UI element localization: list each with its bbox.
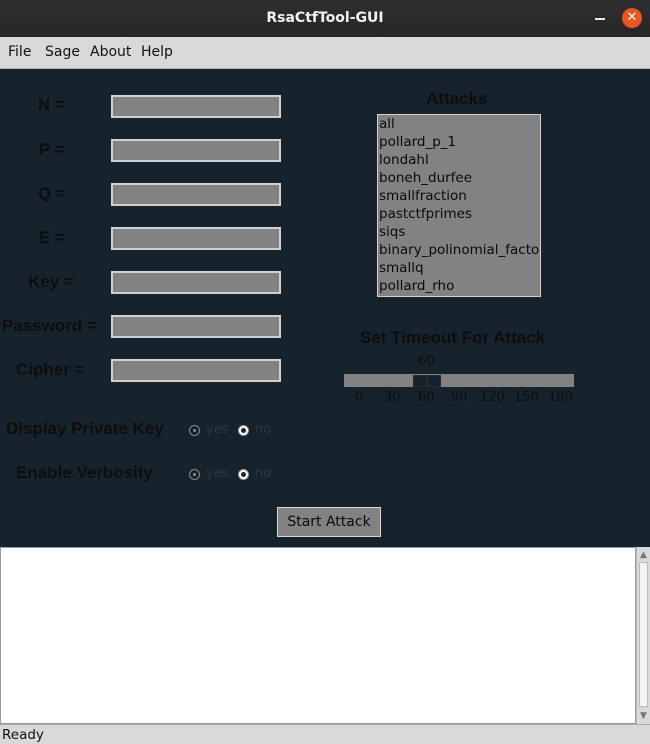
status-bar: Ready xyxy=(0,724,650,744)
display-private-key-label: Display Private Key xyxy=(6,419,164,438)
tick-label: 180 xyxy=(548,390,573,405)
cipher-label: Cipher = xyxy=(16,360,85,379)
minimize-icon[interactable] xyxy=(595,18,605,20)
output-scrollbar[interactable]: ▲ ▼ xyxy=(636,547,650,724)
output-textarea[interactable] xyxy=(0,547,636,724)
p-input[interactable] xyxy=(111,139,281,162)
menu-about[interactable]: About xyxy=(90,44,131,60)
key-label: Key = xyxy=(28,272,74,291)
attack-item[interactable]: londahl xyxy=(378,151,540,169)
attack-item[interactable]: boneh_durfee xyxy=(378,169,540,187)
tick-label: 60 xyxy=(418,390,435,405)
tick-label: 90 xyxy=(451,390,468,405)
status-text: Ready xyxy=(2,727,44,743)
tick-label: 120 xyxy=(480,390,505,405)
n-label: N = xyxy=(38,95,65,114)
start-attack-button[interactable]: Start Attack xyxy=(277,507,381,537)
attacks-listbox[interactable]: all pollard_p_1 londahl boneh_durfee sma… xyxy=(377,114,541,297)
scroll-down-icon[interactable]: ▼ xyxy=(638,710,649,722)
timeout-heading: Set Timeout For Attack xyxy=(360,328,546,347)
verbosity-yes-label: yes xyxy=(206,466,229,481)
window-title: RsaCtfTool-GUI xyxy=(266,10,384,26)
enable-verbosity-label: Enable Verbosity xyxy=(16,463,153,482)
menu-bar: File Sage About Help xyxy=(0,37,650,69)
slider-handle[interactable] xyxy=(412,374,441,387)
key-input[interactable] xyxy=(111,271,281,294)
timeout-value: 60 xyxy=(418,354,435,369)
menu-help[interactable]: Help xyxy=(141,44,173,60)
tick-label: 30 xyxy=(384,390,401,405)
menu-file[interactable]: File xyxy=(8,44,31,60)
e-label: E = xyxy=(39,228,65,247)
attack-item[interactable]: pastctfprimes xyxy=(378,205,540,223)
q-label: Q = xyxy=(38,184,66,203)
attack-item[interactable]: smallfraction xyxy=(378,187,540,205)
verbosity-yes-radio[interactable] xyxy=(189,469,200,480)
verbosity-no-radio[interactable] xyxy=(238,469,249,480)
e-input[interactable] xyxy=(111,227,281,250)
private-key-no-radio[interactable] xyxy=(238,425,249,436)
close-icon[interactable]: ✕ xyxy=(622,8,642,28)
private-key-no-label: no xyxy=(255,422,272,437)
attack-item[interactable]: pollard_rho xyxy=(378,277,540,295)
attack-item[interactable]: pollard_p_1 xyxy=(378,133,540,151)
q-input[interactable] xyxy=(111,183,281,206)
tick-label: 0 xyxy=(355,390,364,405)
timeout-slider[interactable] xyxy=(344,374,574,387)
scroll-up-icon[interactable]: ▲ xyxy=(638,549,649,561)
password-label: Password = xyxy=(2,316,97,335)
n-input[interactable] xyxy=(111,95,281,118)
scroll-thumb[interactable] xyxy=(639,562,648,707)
p-label: P = xyxy=(39,140,65,159)
main-panel: N = P = Q = E = Key = Password = Cipher … xyxy=(0,69,650,547)
menu-sage[interactable]: Sage xyxy=(45,44,80,60)
attack-item[interactable]: siqs xyxy=(378,223,540,241)
attacks-heading: Attacks xyxy=(426,89,488,108)
attack-item[interactable]: binary_polinomial_factoring xyxy=(378,241,540,259)
private-key-yes-label: yes xyxy=(206,422,229,437)
password-input[interactable] xyxy=(111,315,281,338)
attack-item[interactable]: smallq xyxy=(378,259,540,277)
attack-item[interactable]: all xyxy=(378,115,540,133)
verbosity-no-label: no xyxy=(255,466,272,481)
title-bar: RsaCtfTool-GUI ✕ xyxy=(0,0,650,37)
tick-label: 150 xyxy=(514,390,539,405)
cipher-input[interactable] xyxy=(111,359,281,382)
private-key-yes-radio[interactable] xyxy=(189,425,200,436)
